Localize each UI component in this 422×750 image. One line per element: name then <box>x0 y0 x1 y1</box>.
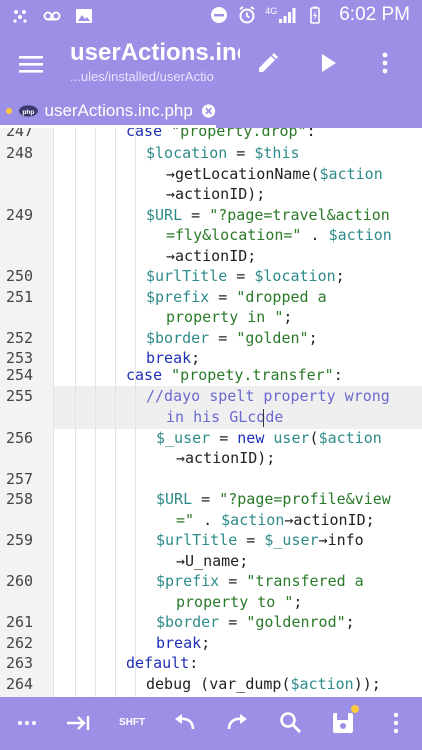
code-line[interactable]: →getLocationName($action <box>166 165 383 183</box>
battery-icon <box>310 6 321 24</box>
line-number: 249 <box>6 206 34 224</box>
clock: 6:02 PM <box>339 4 410 25</box>
code-line[interactable]: $URL = "?page=travel&action <box>146 206 390 224</box>
code-line[interactable]: $URL = "?page=profile&view <box>156 490 391 508</box>
code-line[interactable]: $prefix = "dropped a <box>146 288 327 306</box>
code-line[interactable]: =" . $action→actionID; <box>176 511 375 529</box>
tab-key-icon[interactable] <box>64 709 92 737</box>
line-number: 259 <box>6 531 34 549</box>
unsaved-dot <box>6 108 12 114</box>
indent-guide <box>75 128 76 697</box>
code-line[interactable]: $prefix = "transfered a <box>156 572 364 590</box>
title-block: userActions.inc ...ules/installed/userAc… <box>70 38 240 86</box>
tab-label: userActions.inc.php <box>44 101 193 120</box>
tab-useractions[interactable]: php userActions.inc.php <box>0 94 216 128</box>
line-number: 260 <box>6 572 34 590</box>
app-toolbar: userActions.inc ...ules/installed/userAc… <box>0 34 422 94</box>
signal-icon <box>279 8 296 23</box>
more-vert-icon[interactable] <box>370 48 400 78</box>
indent-guide <box>135 128 136 697</box>
php-icon: php <box>18 105 38 117</box>
code-line[interactable]: →actionID; <box>166 247 256 265</box>
redo-icon[interactable] <box>223 709 251 737</box>
code-line[interactable]: →actionID); <box>176 449 275 467</box>
code-editor[interactable]: 247 248 249 250 251 252 253 254 255 256 257 258 259 2… <box>0 128 422 697</box>
file-path: ...ules/installed/userActio <box>70 69 214 84</box>
code-line[interactable]: property to "; <box>176 593 302 611</box>
code-line[interactable]: break; <box>156 634 210 652</box>
code-line[interactable]: property in "; <box>166 308 292 326</box>
save-icon[interactable] <box>329 709 357 737</box>
bottom-toolbar: SHFT <box>0 697 422 750</box>
line-number: 250 <box>6 267 34 285</box>
line-number: 258 <box>6 490 34 508</box>
voicemail-icon <box>43 11 61 21</box>
unsaved-dot <box>351 705 359 713</box>
undo-icon[interactable] <box>171 709 199 737</box>
line-gutter: 247 248 249 250 251 252 253 254 255 256 257 258 259 2… <box>0 128 54 697</box>
line-number: 264 <box>6 675 34 693</box>
line-number: 255 <box>6 387 34 405</box>
line-number: 256 <box>6 429 34 447</box>
code-line[interactable]: →U_name; <box>176 552 248 570</box>
line-number: 252 <box>6 329 34 347</box>
svg-text:php: php <box>22 109 34 116</box>
code-line[interactable]: $location = $this <box>146 144 300 162</box>
network-label: 4G <box>265 6 278 16</box>
code-line[interactable]: case "property.drop": <box>126 128 316 140</box>
code-line[interactable]: =fly&location=" . $action <box>166 226 392 244</box>
search-icon[interactable] <box>277 709 305 737</box>
code-line[interactable]: →actionID); <box>166 185 265 203</box>
line-number: 254 <box>6 366 34 384</box>
dots-icon <box>13 10 27 23</box>
indent-guide <box>115 128 116 697</box>
alarm-icon <box>239 6 255 24</box>
line-number: 247 <box>6 128 34 140</box>
image-icon <box>76 9 92 23</box>
status-bar: 4G 6:02 PM <box>0 0 422 34</box>
code-line[interactable]: debug (var_dump($action)); <box>146 675 381 693</box>
line-number: 248 <box>6 144 34 162</box>
code-line[interactable]: //dayo spelt property wrong <box>146 387 390 405</box>
code-line[interactable]: $urlTitle = $location; <box>146 267 345 285</box>
code-line[interactable]: break; <box>146 349 200 367</box>
code-line[interactable]: in his GLcode <box>166 408 283 426</box>
line-number: 262 <box>6 634 34 652</box>
play-icon[interactable] <box>313 48 343 78</box>
code-line[interactable]: $_user = new user($action <box>156 429 382 447</box>
line-number: 251 <box>6 288 34 306</box>
code-line[interactable]: $border = "goldenrod"; <box>156 613 355 631</box>
page-title: userActions.inc <box>70 39 240 66</box>
tab-strip: php userActions.inc.php <box>0 94 422 128</box>
line-number: 257 <box>6 470 34 488</box>
code-line[interactable]: $urlTitle = $_user→info <box>156 531 364 549</box>
text-caret <box>263 409 264 427</box>
code-line[interactable]: case "propety.transfer": <box>126 366 343 384</box>
close-icon[interactable] <box>201 103 216 119</box>
line-number: 253 <box>6 349 34 367</box>
menu-icon[interactable] <box>14 47 48 81</box>
more-horiz-icon[interactable] <box>13 709 41 737</box>
line-number: 261 <box>6 613 34 631</box>
line-number: 263 <box>6 654 34 672</box>
shift-key-icon[interactable]: SHFT <box>119 717 145 728</box>
pencil-icon[interactable] <box>253 48 283 78</box>
indent-guide <box>95 128 96 697</box>
more-vert-icon[interactable] <box>382 709 410 737</box>
dnd-icon <box>211 7 228 23</box>
code-line[interactable]: $border = "golden"; <box>146 329 318 347</box>
code-line[interactable]: default: <box>126 654 198 672</box>
